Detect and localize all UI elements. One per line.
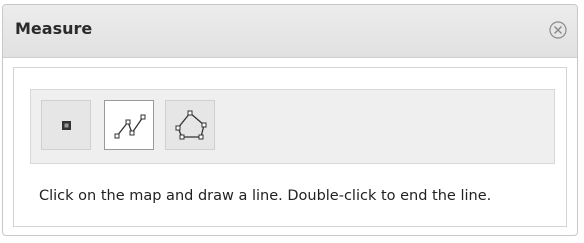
panel-title: Measure xyxy=(15,19,93,38)
measure-instructions: Click on the map and draw a line. Double… xyxy=(39,188,492,204)
measure-toolbar xyxy=(30,89,555,164)
measure-area-button[interactable] xyxy=(165,100,215,150)
measure-point-icon xyxy=(62,121,71,130)
panel-header: Measure xyxy=(3,5,577,58)
measure-area-icon xyxy=(175,110,207,140)
measure-line-button[interactable] xyxy=(104,100,154,150)
close-icon[interactable] xyxy=(549,21,567,39)
measure-point-button[interactable] xyxy=(41,100,91,150)
measure-line-icon xyxy=(114,114,146,139)
